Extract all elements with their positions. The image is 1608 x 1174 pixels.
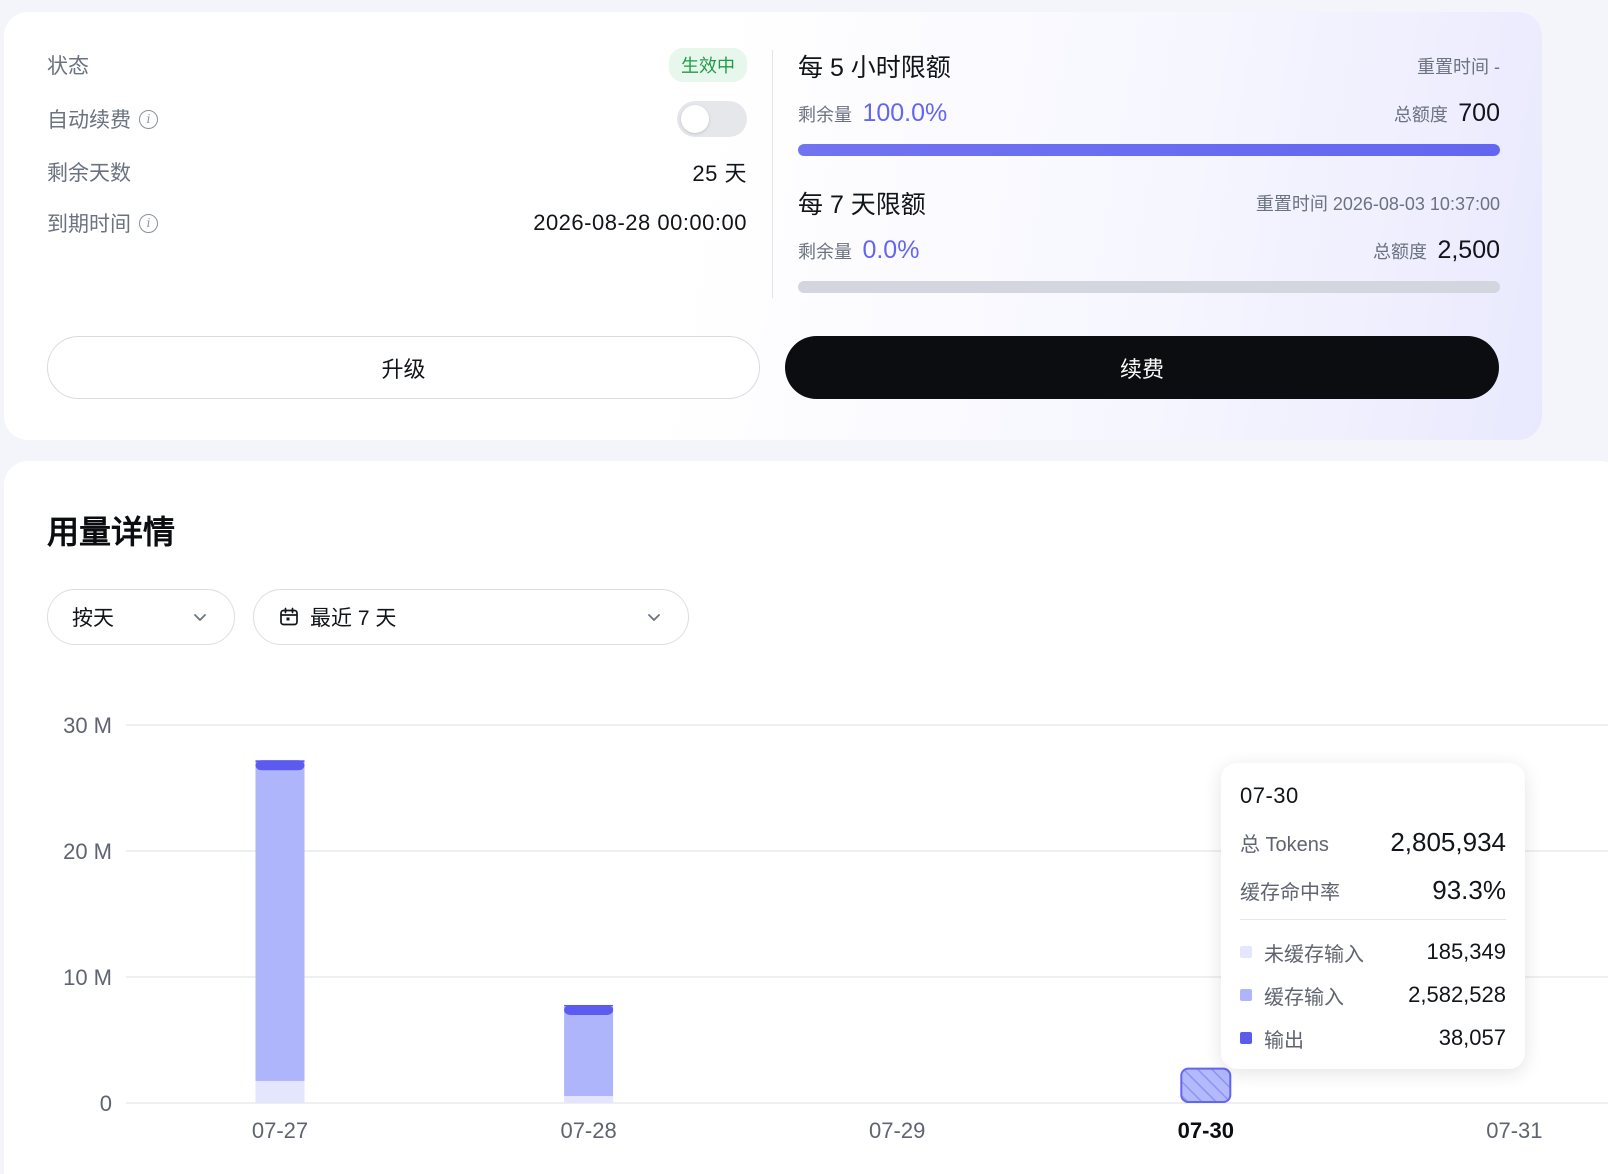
y-tick-label: 30 M	[63, 713, 112, 738]
tooltip-row-label: 缓存输入	[1264, 986, 1344, 1009]
tooltip-row-value: 185,349	[1426, 939, 1506, 964]
tooltip-divider	[1240, 919, 1506, 920]
bar-cap	[255, 760, 305, 771]
x-tick-label: 07-27	[252, 1118, 308, 1143]
y-tick-label: 20 M	[63, 839, 112, 864]
legend-swatch	[1240, 989, 1252, 1001]
tooltip-hit-row: 缓存命中率 93.3%	[1240, 873, 1506, 907]
tooltip-total-value: 2,805,934	[1390, 826, 1506, 857]
tooltip-row-uncached: 未缓存输入 185,349	[1240, 932, 1506, 972]
tooltip-hit-value: 93.3%	[1432, 874, 1506, 905]
tooltip-row-label: 未缓存输入	[1264, 943, 1364, 966]
legend-swatch	[1240, 946, 1252, 958]
y-tick-label: 0	[100, 1091, 112, 1116]
tooltip-date: 07-30	[1240, 783, 1299, 808]
tooltip-row-value: 2,582,528	[1408, 982, 1506, 1007]
y-tick-label: 10 M	[63, 965, 112, 990]
tooltip-row-output: 输出 38,057	[1240, 1018, 1506, 1058]
bar-cap	[564, 1004, 614, 1015]
tooltip-total-label: 总 Tokens	[1240, 833, 1329, 856]
bar-segment-highlighted[interactable]	[1180, 1067, 1232, 1104]
bar-segment[interactable]	[564, 1096, 614, 1103]
tooltip-hit-label: 缓存命中率	[1240, 881, 1340, 904]
bar-segment[interactable]	[255, 762, 305, 1081]
tooltip-row-value: 38,057	[1438, 1025, 1506, 1050]
x-tick-label: 07-29	[869, 1118, 925, 1143]
x-tick-label: 07-31	[1486, 1118, 1542, 1143]
bar-segment[interactable]	[255, 1080, 305, 1103]
chart-tooltip: 07-30 总 Tokens 2,805,934 缓存命中率 93.3% 未缓存…	[1221, 763, 1525, 1069]
tooltip-total-row: 总 Tokens 2,805,934	[1240, 825, 1506, 859]
legend-swatch	[1240, 1032, 1252, 1044]
x-tick-label: 07-30	[1178, 1118, 1234, 1143]
x-tick-label: 07-28	[560, 1118, 616, 1143]
tooltip-row-cached: 缓存输入 2,582,528	[1240, 975, 1506, 1015]
tooltip-row-label: 输出	[1264, 1029, 1304, 1052]
bar-segment[interactable]	[564, 1005, 614, 1097]
